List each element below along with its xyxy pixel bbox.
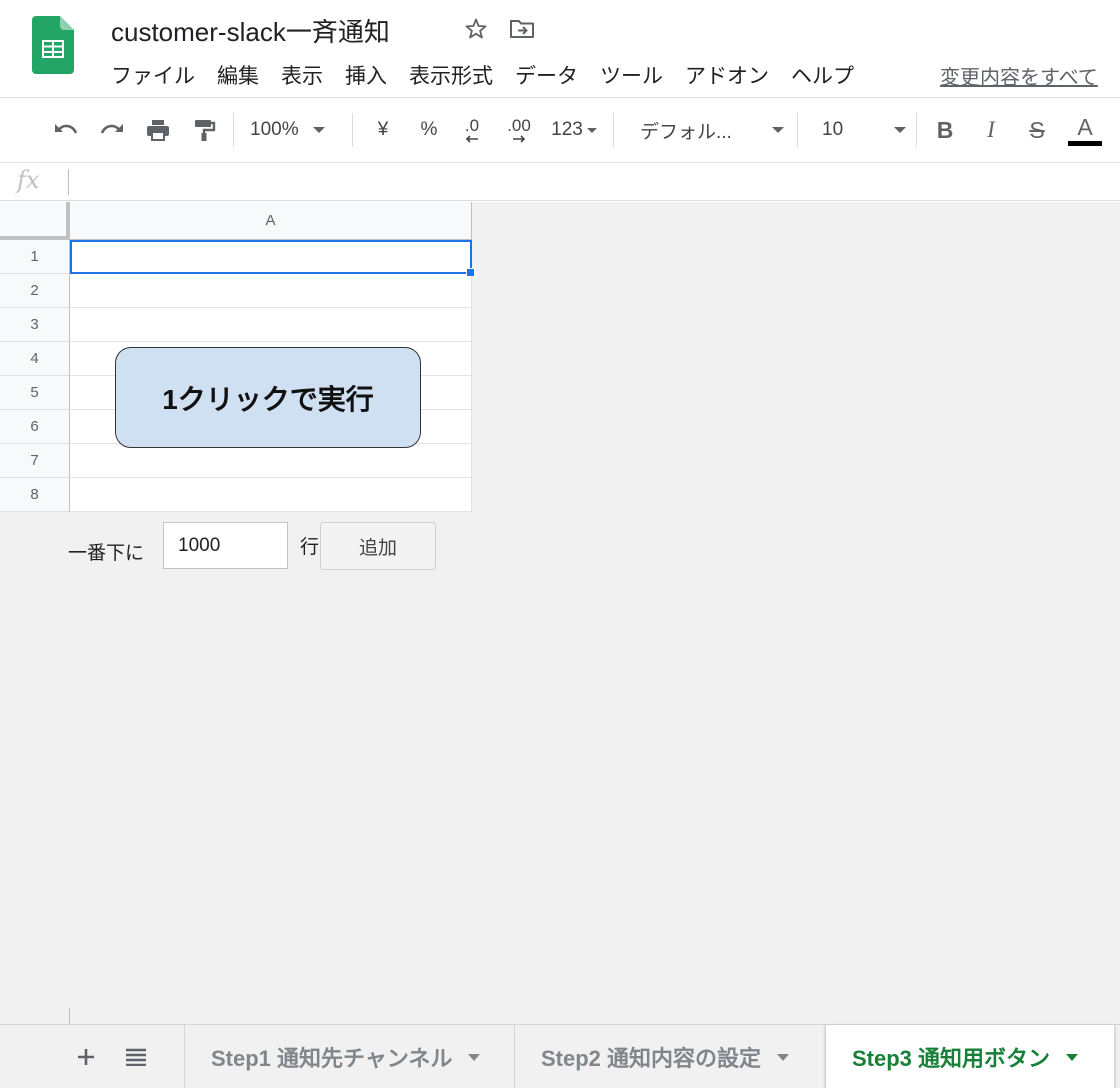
toolbar-divider [613,113,614,147]
sheet-tab-step1[interactable]: Step1 通知先チャンネル [184,1025,514,1088]
run-script-button[interactable]: 1クリックで実行 [115,347,421,448]
font-size-value: 10 [822,119,844,140]
font-family-select[interactable]: デフォル... [640,113,784,147]
zoom-select[interactable]: 100% [250,113,342,147]
sheet-tab-step3[interactable]: Step3 通知用ボタン [825,1025,1115,1088]
text-color-swatch [1068,140,1102,146]
menu-tools[interactable]: ツール [600,60,663,90]
row-header[interactable]: 4 [0,342,70,376]
last-edit-link[interactable]: 変更内容をすべて [940,61,1098,90]
menu-data[interactable]: データ [515,60,578,90]
all-sheets-icon[interactable] [118,1039,154,1075]
percent-format-button[interactable]: % [412,113,446,147]
zoom-value: 100% [250,119,299,140]
cell-a1[interactable] [70,240,472,274]
chevron-down-icon [586,127,597,133]
row-header[interactable]: 6 [0,410,70,444]
print-icon[interactable] [140,113,176,147]
cell-a3[interactable] [70,308,472,342]
font-size-select[interactable]: 10 [822,113,906,147]
row-header[interactable]: 7 [0,444,70,478]
row-header[interactable]: 1 [0,240,70,274]
paint-format-icon[interactable] [186,113,222,147]
app-header: customer-slack一斉通知 ファイル 編集 表示 挿入 表示形式 デー… [0,0,1120,98]
sheet-tab-label: Step1 通知先チャンネル [211,1046,453,1071]
menu-help[interactable]: ヘルプ [791,60,854,90]
strikethrough-button[interactable]: S [1020,113,1054,147]
chevron-down-icon[interactable] [468,1053,481,1061]
decrease-decimal-label: .0 [464,116,480,135]
star-icon[interactable] [462,15,490,43]
fill-handle[interactable] [466,268,475,277]
currency-format-button[interactable]: ¥ [366,113,400,147]
sheet-grid: A 1 2 3 4 5 6 7 8 1クリックで実行 一番下に 行 追加 [0,202,1120,1024]
chevron-down-icon[interactable] [1066,1053,1079,1061]
chevron-down-icon [312,127,325,133]
document-title[interactable]: customer-slack一斉通知 [111,12,390,49]
cell-a8[interactable] [70,478,472,512]
move-to-folder-icon[interactable] [508,15,536,43]
row-header[interactable]: 8 [0,478,70,512]
row-header[interactable]: 5 [0,376,70,410]
more-formats-button[interactable]: 123 [546,113,602,147]
increase-decimal-button[interactable]: .00 [500,113,538,147]
scrollbar-divider [69,1008,70,1024]
arrow-left-icon [465,135,478,143]
sheet-tab-step2[interactable]: Step2 通知内容の設定 [514,1025,825,1088]
text-color-label: A [1077,113,1093,140]
chevron-down-icon [894,127,906,133]
menu-addons[interactable]: アドオン [685,60,769,90]
add-rows-suffix: 行 [300,537,320,558]
menu-insert[interactable]: 挿入 [345,60,387,90]
add-rows-count-input[interactable] [163,522,288,569]
decrease-decimal-button[interactable]: .0 [454,113,490,147]
select-all-corner[interactable] [0,202,70,240]
sheet-tab-label: Step3 通知用ボタン [852,1046,1051,1071]
cell-a7[interactable] [70,444,472,478]
sheet-tab-label: Step2 通知内容の設定 [541,1046,762,1071]
increase-decimal-label: .00 [507,116,531,135]
toolbar-divider [233,113,234,147]
redo-icon[interactable] [94,113,130,147]
column-header-a[interactable]: A [70,202,472,240]
font-family-value: デフォル... [640,121,732,143]
row-header[interactable]: 3 [0,308,70,342]
menu-edit[interactable]: 編集 [217,60,259,90]
chevron-down-icon[interactable] [777,1053,790,1061]
toolbar-divider [916,113,917,147]
add-rows-label: 一番下に [68,543,145,564]
row-header[interactable]: 2 [0,274,70,308]
arrow-right-icon [513,135,526,143]
more-formats-label: 123 [551,119,583,140]
add-rows-button[interactable]: 追加 [320,522,436,570]
fx-icon: fx [17,166,40,194]
menu-format[interactable]: 表示形式 [409,60,493,90]
formula-input[interactable] [80,168,1110,196]
menu-view[interactable]: 表示 [281,60,323,90]
undo-icon[interactable] [48,113,84,147]
toolbar-divider [797,113,798,147]
sheet-tab-bar: Step1 通知先チャンネル Step2 通知内容の設定 Step3 通知用ボタ… [0,1024,1120,1088]
bold-button[interactable]: B [928,113,962,147]
add-sheet-icon[interactable] [68,1039,104,1075]
toolbar: 100% ¥ % .0 .00 123 デフォル... 10 B I S A [0,99,1120,163]
formula-divider [68,169,69,195]
formula-bar: fx [0,164,1120,201]
menu-bar: ファイル 編集 表示 挿入 表示形式 データ ツール アドオン ヘルプ [111,60,876,90]
menu-file[interactable]: ファイル [111,60,195,90]
italic-button[interactable]: I [974,113,1008,147]
text-color-button[interactable]: A [1066,113,1104,147]
toolbar-divider [352,113,353,147]
cell-a2[interactable] [70,274,472,308]
chevron-down-icon [772,127,784,133]
sheets-logo-icon[interactable] [32,16,74,74]
